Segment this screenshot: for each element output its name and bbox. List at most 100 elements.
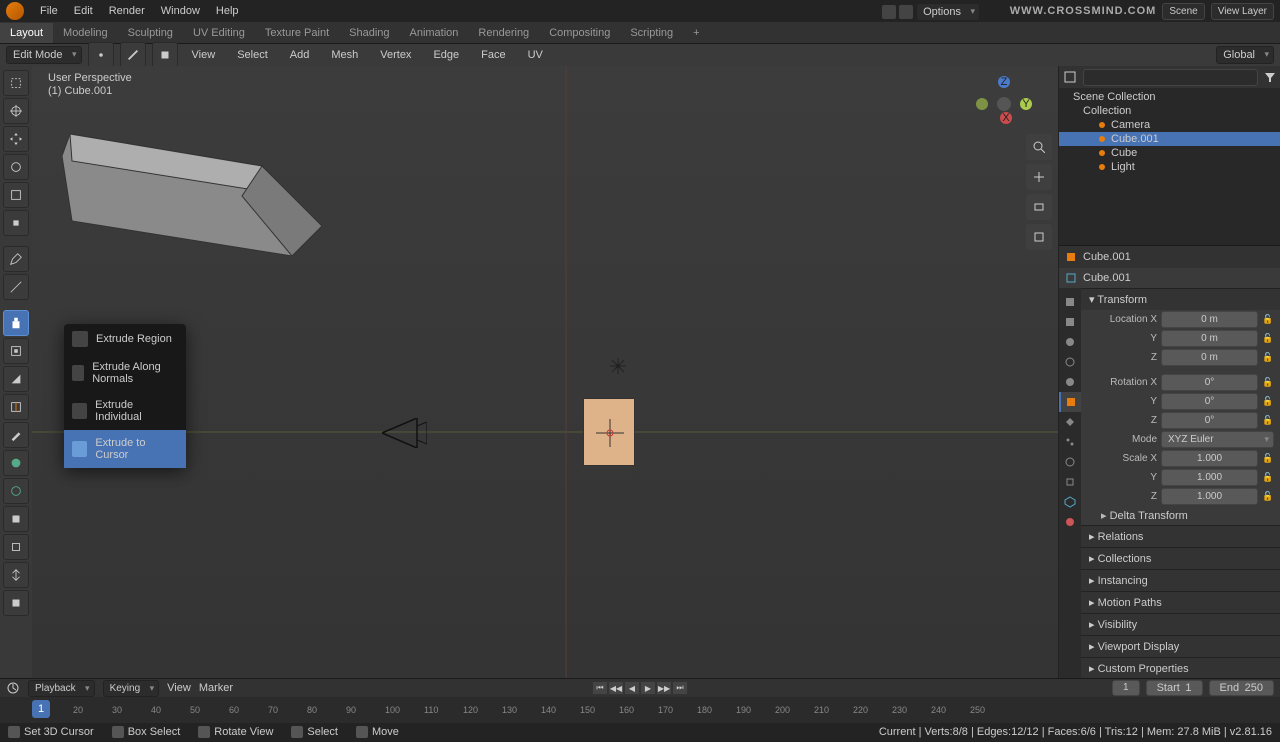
- tab-rendering[interactable]: Rendering: [468, 23, 539, 43]
- menu-edit[interactable]: Edit: [66, 1, 101, 21]
- tab-animation[interactable]: Animation: [400, 23, 469, 43]
- timeline-marker-menu[interactable]: Marker: [199, 682, 233, 694]
- menu-file[interactable]: File: [32, 1, 66, 21]
- select-box-tool[interactable]: [3, 70, 29, 96]
- scene-selector[interactable]: Scene: [1162, 3, 1204, 20]
- visibility-panel[interactable]: ▸ Visibility: [1081, 613, 1280, 635]
- annotate-tool[interactable]: [3, 246, 29, 272]
- light-object[interactable]: [608, 356, 628, 376]
- move-tool[interactable]: [3, 126, 29, 152]
- tab-layout[interactable]: Layout: [0, 23, 53, 43]
- zoom-icon[interactable]: [1026, 134, 1052, 160]
- smooth-tool[interactable]: [3, 506, 29, 532]
- viewport-menu-view[interactable]: View: [184, 46, 224, 64]
- outliner-search[interactable]: [1083, 69, 1258, 86]
- tab-shading[interactable]: Shading: [339, 23, 399, 43]
- camera-view-icon[interactable]: [1026, 194, 1052, 220]
- playhead[interactable]: 1: [32, 700, 50, 718]
- motion-paths-panel[interactable]: ▸ Motion Paths: [1081, 591, 1280, 613]
- instancing-panel[interactable]: ▸ Instancing: [1081, 569, 1280, 591]
- play-button[interactable]: ▶: [640, 681, 656, 695]
- rotation-z-field[interactable]: 0°: [1161, 412, 1258, 429]
- rotation-y-field[interactable]: 0°: [1161, 393, 1258, 410]
- shrink-fatten-tool[interactable]: [3, 562, 29, 588]
- viewport-menu-select[interactable]: Select: [229, 46, 276, 64]
- transform-tool[interactable]: [3, 210, 29, 236]
- tab-modeling[interactable]: Modeling: [53, 23, 118, 43]
- view-layer-selector[interactable]: View Layer: [1211, 3, 1274, 20]
- tab-texture-paint[interactable]: Texture Paint: [255, 23, 339, 43]
- tab-scripting[interactable]: Scripting: [620, 23, 683, 43]
- add-workspace-button[interactable]: +: [683, 23, 709, 43]
- render-tab[interactable]: [1059, 292, 1081, 312]
- relations-panel[interactable]: ▸ Relations: [1081, 525, 1280, 547]
- edge-select-mode[interactable]: [120, 42, 146, 68]
- scene-tab[interactable]: [1059, 352, 1081, 372]
- play-reverse-button[interactable]: ◀: [624, 681, 640, 695]
- viewport-menu-edge[interactable]: Edge: [425, 46, 467, 64]
- view-layer-tab[interactable]: [1059, 332, 1081, 352]
- scale-x-field[interactable]: 1.000: [1161, 450, 1258, 467]
- start-frame-field[interactable]: Start 1: [1146, 680, 1203, 696]
- outliner-item-light[interactable]: Light: [1059, 160, 1280, 174]
- tab-uv-editing[interactable]: UV Editing: [183, 23, 255, 43]
- menu-render[interactable]: Render: [101, 1, 153, 21]
- custom-properties-panel[interactable]: ▸ Custom Properties: [1081, 657, 1280, 678]
- lock-icon[interactable]: 🔓: [1262, 314, 1274, 325]
- extrude-to-cursor-option[interactable]: Extrude to Cursor: [64, 430, 186, 468]
- jump-start-button[interactable]: ⏮: [592, 681, 608, 695]
- face-select-mode[interactable]: [152, 42, 178, 68]
- menu-help[interactable]: Help: [208, 1, 247, 21]
- collections-panel[interactable]: ▸ Collections: [1081, 547, 1280, 569]
- extrude-individual-option[interactable]: Extrude Individual: [64, 392, 186, 430]
- world-tab[interactable]: [1059, 372, 1081, 392]
- scale-y-field[interactable]: 1.000: [1161, 469, 1258, 486]
- poly-build-tool[interactable]: [3, 450, 29, 476]
- shading-toggle[interactable]: [899, 5, 913, 19]
- selected-face[interactable]: [583, 398, 635, 466]
- viewport-menu-vertex[interactable]: Vertex: [372, 46, 419, 64]
- timeline-ruler[interactable]: 1 10 20 30 40 50 60 70 80 90 100 110 120…: [0, 697, 1280, 723]
- perspective-toggle-icon[interactable]: [1026, 224, 1052, 250]
- mode-selector[interactable]: Edit Mode: [6, 46, 82, 64]
- scale-tool[interactable]: [3, 182, 29, 208]
- bevel-tool[interactable]: [3, 366, 29, 392]
- transform-orientation[interactable]: Global: [1216, 46, 1274, 64]
- output-tab[interactable]: [1059, 312, 1081, 332]
- scene-collection-row[interactable]: Scene Collection: [1059, 90, 1280, 104]
- outliner-item-cube001[interactable]: Cube.001: [1059, 132, 1280, 146]
- options-dropdown[interactable]: Options: [916, 3, 980, 21]
- menu-window[interactable]: Window: [153, 1, 208, 21]
- collection-row[interactable]: Collection: [1059, 104, 1280, 118]
- object-tab[interactable]: [1059, 392, 1081, 412]
- jump-end-button[interactable]: ⏭: [672, 681, 688, 695]
- tab-compositing[interactable]: Compositing: [539, 23, 620, 43]
- rotation-mode-dropdown[interactable]: XYZ Euler: [1161, 431, 1274, 448]
- viewport-menu-add[interactable]: Add: [282, 46, 318, 64]
- keying-menu[interactable]: Keying: [103, 680, 160, 697]
- rotate-tool[interactable]: [3, 154, 29, 180]
- end-frame-field[interactable]: End 250: [1209, 680, 1275, 696]
- location-y-field[interactable]: 0 m: [1161, 330, 1258, 347]
- scale-z-field[interactable]: 1.000: [1161, 488, 1258, 505]
- inset-tool[interactable]: [3, 338, 29, 364]
- edge-slide-tool[interactable]: [3, 534, 29, 560]
- pan-icon[interactable]: [1026, 164, 1052, 190]
- modifier-tab[interactable]: [1059, 412, 1081, 432]
- viewport-menu-mesh[interactable]: Mesh: [323, 46, 366, 64]
- 3d-viewport[interactable]: User Perspective (1) Cube.001 Extrude Re: [32, 66, 1058, 678]
- extrude-region-option[interactable]: Extrude Region: [64, 324, 186, 354]
- physics-tab[interactable]: [1059, 452, 1081, 472]
- measure-tool[interactable]: [3, 274, 29, 300]
- rotation-x-field[interactable]: 0°: [1161, 374, 1258, 391]
- delta-transform-panel[interactable]: ▸ Delta Transform: [1081, 506, 1280, 525]
- snap-toggle[interactable]: [882, 5, 896, 19]
- loop-cut-tool[interactable]: [3, 394, 29, 420]
- filter-icon[interactable]: [1264, 71, 1276, 83]
- outliner-item-cube[interactable]: Cube: [1059, 146, 1280, 160]
- vertex-select-mode[interactable]: [88, 42, 114, 68]
- knife-tool[interactable]: [3, 422, 29, 448]
- constraint-tab[interactable]: [1059, 472, 1081, 492]
- cursor-tool[interactable]: [3, 98, 29, 124]
- prev-keyframe-button[interactable]: ◀◀: [608, 681, 624, 695]
